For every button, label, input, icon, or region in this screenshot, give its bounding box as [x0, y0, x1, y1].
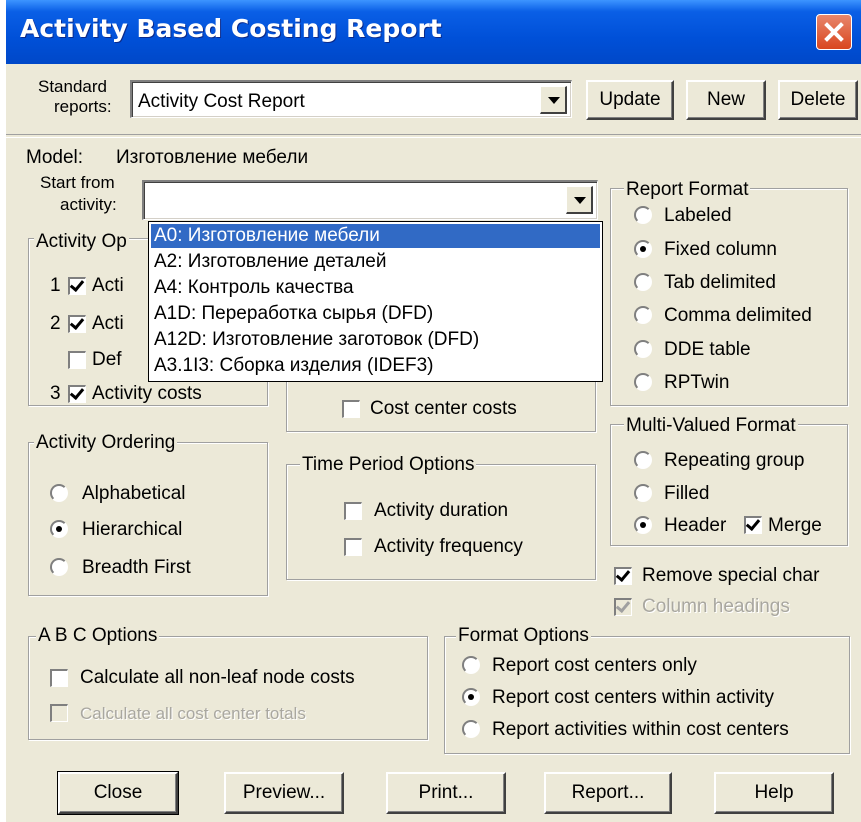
activity-option-label-def: Def — [92, 349, 122, 370]
multi-valued-format-title: Multi-Valued Format — [624, 415, 798, 436]
calc-nonleaf-label: Calculate all non-leaf node costs — [80, 667, 355, 688]
format-radio-cost-centers-only[interactable] — [462, 656, 480, 674]
print-button[interactable]: Print... — [386, 772, 506, 814]
chevron-down-icon[interactable] — [566, 186, 593, 214]
activity-option-label-1: Acti — [92, 275, 124, 296]
multi-valued-label-header: Header — [664, 515, 727, 536]
report-format-radio-comma-delimited[interactable] — [634, 306, 652, 324]
multi-valued-label-repeating-group: Repeating group — [664, 450, 805, 471]
window-title: Activity Based Costing Report — [20, 14, 442, 43]
activity-ordering-title: Activity Ordering — [34, 432, 178, 453]
dropdown-option-a4[interactable]: A4: Контроль качества — [151, 276, 600, 300]
time-period-title: Time Period Options — [300, 454, 477, 475]
activity-frequency-label: Activity frequency — [374, 536, 523, 557]
dropdown-option-a1d[interactable]: A1D: Переработка сырья (DFD) — [151, 302, 600, 326]
multi-valued-radio-repeating-group[interactable] — [634, 451, 652, 469]
multi-valued-radio-header[interactable] — [634, 516, 652, 534]
new-button[interactable]: New — [686, 80, 766, 120]
chevron-down-icon[interactable] — [540, 86, 567, 114]
report-button[interactable]: Report... — [544, 772, 672, 814]
title-bar[interactable]: Activity Based Costing Report — [6, 0, 861, 64]
standard-reports-select[interactable]: Activity Cost Report — [130, 80, 572, 118]
report-format-label-tab-delimited: Tab delimited — [664, 272, 776, 293]
activity-costs-checkbox[interactable] — [68, 385, 86, 403]
ordering-radio-hierarchical[interactable] — [50, 520, 68, 538]
remove-special-char-checkbox[interactable] — [614, 567, 632, 585]
separator — [6, 134, 861, 138]
report-format-radio-fixed-column[interactable] — [634, 240, 652, 258]
ordering-label-hierarchical: Hierarchical — [82, 519, 183, 540]
ordering-label-alphabetical: Alphabetical — [82, 483, 186, 504]
activity-frequency-checkbox[interactable] — [344, 538, 362, 556]
start-activity-dropdown-list: A0: Изготовление мебели A2: Изготовление… — [148, 221, 603, 382]
report-format-label-rptwin: RPTwin — [664, 372, 730, 393]
abc-report-dialog: Activity Based Costing Report Standard r… — [6, 0, 861, 822]
activity-option-checkbox-def[interactable] — [68, 351, 86, 369]
dropdown-option-a12d[interactable]: A12D: Изготовление заготовок (DFD) — [151, 328, 600, 352]
delete-button[interactable]: Delete — [778, 80, 858, 120]
start-from-label-line1: Start from — [40, 173, 115, 192]
multi-valued-radio-filled[interactable] — [634, 484, 652, 502]
remove-special-char-label: Remove special char — [642, 565, 820, 586]
format-label-cost-centers-only: Report cost centers only — [492, 655, 697, 676]
calc-nonleaf-checkbox[interactable] — [50, 669, 68, 687]
report-format-label-comma-delimited: Comma delimited — [664, 305, 812, 326]
activity-costs-label: Activity costs — [92, 383, 202, 404]
ordering-radio-breadth-first[interactable] — [50, 558, 68, 576]
report-format-radio-tab-delimited[interactable] — [634, 273, 652, 291]
cost-center-costs-checkbox[interactable] — [342, 400, 360, 418]
abc-options-group — [28, 636, 428, 740]
activity-option-number-3: 3 — [50, 383, 61, 404]
activity-option-number-1: 1 — [50, 275, 61, 296]
dropdown-option-a31i3[interactable]: A3.1I3: Сборка изделия (IDEF3) — [151, 354, 600, 378]
calc-totals-checkbox[interactable] — [50, 704, 68, 722]
activity-option-number-2: 2 — [50, 313, 61, 334]
dropdown-option-a0[interactable]: A0: Изготовление мебели — [151, 224, 600, 248]
report-format-radio-rptwin[interactable] — [634, 373, 652, 391]
report-format-label-fixed-column: Fixed column — [664, 239, 777, 260]
report-format-title: Report Format — [624, 179, 751, 200]
multi-valued-label-filled: Filled — [664, 483, 710, 504]
ordering-radio-alphabetical[interactable] — [50, 484, 68, 502]
time-period-group — [286, 464, 596, 580]
close-window-button[interactable] — [816, 14, 852, 50]
activity-options-title: Activity Op — [34, 231, 129, 252]
merge-checkbox[interactable] — [744, 516, 762, 534]
activity-duration-label: Activity duration — [374, 500, 509, 521]
model-label: Model: — [26, 147, 84, 168]
format-radio-cost-centers-within-activity[interactable] — [462, 688, 480, 706]
close-button[interactable]: Close — [57, 771, 179, 815]
activity-duration-checkbox[interactable] — [344, 502, 362, 520]
dropdown-option-a2[interactable]: A2: Изготовление деталей — [151, 250, 600, 274]
start-from-label-line2: activity: — [60, 195, 117, 214]
preview-button[interactable]: Preview... — [224, 772, 344, 814]
help-button[interactable]: Help — [714, 772, 834, 814]
activity-option-checkbox-1[interactable] — [68, 277, 86, 295]
ordering-label-breadth-first: Breadth First — [82, 557, 191, 578]
format-label-cost-centers-within-activity: Report cost centers within activity — [492, 687, 774, 708]
column-headings-label: Column headings — [642, 596, 790, 617]
update-button[interactable]: Update — [586, 80, 674, 120]
format-options-title: Format Options — [456, 625, 591, 646]
report-format-label-dde-table: DDE table — [664, 339, 751, 360]
format-label-activities-within-cost-centers: Report activities within cost centers — [492, 719, 789, 740]
activity-option-checkbox-2[interactable] — [68, 315, 86, 333]
model-value: Изготовление мебели — [116, 147, 309, 168]
column-headings-checkbox[interactable] — [614, 598, 632, 616]
standard-reports-label-line2: reports: — [54, 97, 112, 116]
merge-label: Merge — [768, 515, 822, 536]
report-format-radio-labeled[interactable] — [634, 206, 652, 224]
start-activity-select[interactable] — [142, 180, 598, 220]
standard-reports-value: Activity Cost Report — [138, 91, 305, 112]
close-icon — [824, 22, 844, 42]
abc-options-title: A B C Options — [36, 625, 160, 646]
cost-center-costs-label: Cost center costs — [370, 398, 517, 419]
report-format-label-labeled: Labeled — [664, 205, 732, 226]
format-radio-activities-within-cost-centers[interactable] — [462, 720, 480, 738]
activity-option-label-2: Acti — [92, 313, 124, 334]
standard-reports-label-line1: Standard — [38, 77, 107, 96]
report-format-radio-dde-table[interactable] — [634, 340, 652, 358]
calc-totals-label: Calculate all cost center totals — [80, 704, 306, 723]
